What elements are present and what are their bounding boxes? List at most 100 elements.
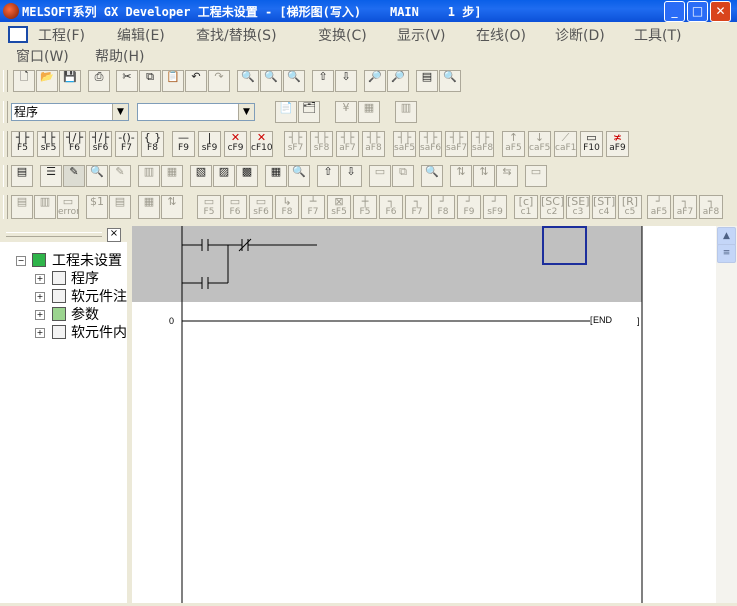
menu-tools[interactable]: 工具(T) xyxy=(634,25,681,45)
expand-icon[interactable]: + xyxy=(35,292,45,302)
document-icon[interactable] xyxy=(8,26,28,43)
sfc-step-button[interactable]: ▭ F5 xyxy=(197,195,221,219)
new-file-icon[interactable]: 🗋 xyxy=(13,70,35,92)
toolbar-grip[interactable] xyxy=(3,70,8,92)
open-parallel-contact-button[interactable]: ┤├ sF5 xyxy=(37,131,60,157)
coil-button[interactable]: -()- F7 xyxy=(115,131,138,157)
sfc-step-icon[interactable]: $1 xyxy=(86,195,108,219)
cut-icon[interactable]: ✂ xyxy=(116,70,138,92)
falling-pulse-contact-button[interactable]: ┤├ sF8 xyxy=(310,131,333,157)
expand-icon[interactable]: + xyxy=(35,274,45,284)
cross-reference-icon[interactable]: 🔍 xyxy=(283,70,305,92)
sfc-transition-button[interactable]: ┼ F5 xyxy=(353,195,377,219)
compile-icon[interactable]: ▧ xyxy=(190,165,212,187)
plc-diagnostics-icon[interactable]: ▤ xyxy=(416,70,438,92)
falling-pulse-not-parallel-button[interactable]: ┤├ saF8 xyxy=(471,131,494,157)
device-batch-monitor-icon[interactable]: 🔍 xyxy=(439,70,461,92)
sfc-parallel-branch-button[interactable]: ┐ F7 xyxy=(405,195,429,219)
pulse-contact-button[interactable]: ┤├ sF7 xyxy=(284,131,307,157)
compile-all-icon[interactable]: ▨ xyxy=(213,165,235,187)
sfc-select-coupling-button[interactable]: ┘ F8 xyxy=(431,195,455,219)
tree-item-program[interactable]: 程序 xyxy=(71,268,99,288)
toolbar-grip[interactable] xyxy=(3,195,8,219)
horizontal-line-button[interactable]: — F9 xyxy=(172,131,195,157)
falling-pulse-parallel-button[interactable]: ┤├ aF8 xyxy=(362,131,385,157)
vertical-line-button[interactable]: | sF9 xyxy=(198,131,221,157)
menu-diagnostics[interactable]: 诊断(D) xyxy=(555,25,605,45)
redo-icon[interactable]: ↷ xyxy=(208,70,230,92)
ladder-editor[interactable]: 0 [ END ] xyxy=(132,226,716,603)
sfc-c3-button[interactable]: [SE] c3 xyxy=(566,195,590,219)
insert-column-icon[interactable]: ⇆ xyxy=(496,165,518,187)
minimize-button[interactable]: _ xyxy=(664,1,685,22)
device-dropdown[interactable]: ▼ xyxy=(137,103,255,121)
undo-icon[interactable]: ↶ xyxy=(185,70,207,92)
pulse-not-parallel-button[interactable]: ┤├ saF7 xyxy=(445,131,468,157)
sfc-block-start-end-button[interactable]: ▭ sF6 xyxy=(249,195,273,219)
read-from-plc-icon[interactable]: ⇩ xyxy=(335,70,357,92)
comment-display-icon[interactable]: ▥ xyxy=(138,165,160,187)
maximize-button[interactable]: □ xyxy=(687,1,708,22)
invert-button[interactable]: ⟋caF10 xyxy=(554,131,577,157)
expand-icon[interactable]: + xyxy=(35,310,45,320)
sfc-block-list-icon[interactable]: ▤ xyxy=(11,195,33,219)
monitor-write-icon[interactable]: ✎ xyxy=(109,165,131,187)
find-device-icon[interactable]: 🔍 xyxy=(237,70,259,92)
melsoft-app-icon[interactable] xyxy=(3,3,19,19)
sfc-c2-button[interactable]: [SC] c2 xyxy=(540,195,564,219)
sfc-parallel-coupling-button[interactable]: ┘ F9 xyxy=(457,195,481,219)
sfc-zoom-icon[interactable]: ▦ xyxy=(138,195,160,219)
line-delete-button[interactable]: ≭ aF9 xyxy=(606,131,629,157)
close-button[interactable]: ✕ xyxy=(710,1,731,22)
parameter-icon[interactable]: ▥ xyxy=(395,101,417,123)
paste-icon[interactable]: 📋 xyxy=(162,70,184,92)
toolbar-grip[interactable] xyxy=(3,131,8,157)
tree-root[interactable]: 工程未设置 xyxy=(52,250,122,270)
menu-find-replace[interactable]: 查找/替换(S) xyxy=(196,25,277,45)
delete-vertical-line-button[interactable]: ✕ cF10 xyxy=(250,131,273,157)
chevron-down-icon[interactable]: ▼ xyxy=(112,104,128,120)
transfer-setup-icon[interactable]: ⇩ xyxy=(340,165,362,187)
sfc-error-button[interactable]: ▭ error xyxy=(57,195,79,219)
delete-horizontal-line-button[interactable]: ✕ cF9 xyxy=(224,131,247,157)
toolbar-grip[interactable] xyxy=(3,165,8,187)
sfc-jump-button[interactable]: ↳ F8 xyxy=(275,195,299,219)
closed-contact-button[interactable]: ┤/├ F6 xyxy=(63,131,86,157)
menu-window[interactable]: 窗口(W) xyxy=(16,46,69,66)
monitor-mode-icon[interactable]: 🔍 xyxy=(86,165,108,187)
sfc-transition-icon[interactable]: ▤ xyxy=(109,195,131,219)
sfc-af7-button[interactable]: ┐ aF7 xyxy=(673,195,697,219)
print-icon[interactable]: ⎙ xyxy=(88,70,110,92)
sfc-vertical-line-button[interactable]: ┘ sF9 xyxy=(483,195,507,219)
collapse-icon[interactable]: − xyxy=(16,256,26,266)
closed-parallel-contact-button[interactable]: ┤/├ sF6 xyxy=(89,131,112,157)
application-instruction-button[interactable]: { } F8 xyxy=(141,131,164,157)
program-icon[interactable]: ¥ xyxy=(335,101,357,123)
sfc-af5-button[interactable]: ┘ aF5 xyxy=(647,195,671,219)
panel-grip[interactable] xyxy=(6,232,102,237)
ladder-canvas[interactable]: 0 [ END ] xyxy=(132,226,716,603)
statement-display-icon[interactable]: ▦ xyxy=(161,165,183,187)
find-instruction-icon[interactable]: 🔍 xyxy=(260,70,282,92)
sfc-block-start-button[interactable]: ▭ F6 xyxy=(223,195,247,219)
read-mode-icon[interactable]: ☰ xyxy=(40,165,62,187)
close-icon[interactable]: × xyxy=(107,228,121,242)
delete-row-icon[interactable]: ⇅ xyxy=(473,165,495,187)
sfc-af8-button[interactable]: ┐ aF8 xyxy=(699,195,723,219)
menu-edit[interactable]: 编辑(E) xyxy=(117,25,165,45)
sfc-block-info-icon[interactable]: ▥ xyxy=(34,195,56,219)
monitor-start-icon[interactable]: 🔎 xyxy=(364,70,386,92)
device-search-icon[interactable]: 🔍 xyxy=(288,165,310,187)
data-type-dropdown[interactable]: 程序 ▼ xyxy=(11,103,129,121)
sfc-c1-button[interactable]: [c] c1 xyxy=(514,195,538,219)
window-tile-icon[interactable]: ▭ xyxy=(369,165,391,187)
sfc-sort-icon[interactable]: ⇅ xyxy=(161,195,183,219)
menu-convert[interactable]: 变换(C) xyxy=(318,25,367,45)
sfc-dummy-step-button[interactable]: ⊠ sF5 xyxy=(327,195,351,219)
menu-help[interactable]: 帮助(H) xyxy=(95,46,144,66)
falling-edge-button[interactable]: ↓ caF5 xyxy=(528,131,551,157)
online-change-icon[interactable]: ▩ xyxy=(236,165,258,187)
scroll-thumb[interactable]: ≡ xyxy=(717,244,736,263)
vertical-scrollbar[interactable]: ▲ ≡ xyxy=(716,226,737,603)
tree-item-parameter[interactable]: 参数 xyxy=(71,304,99,324)
